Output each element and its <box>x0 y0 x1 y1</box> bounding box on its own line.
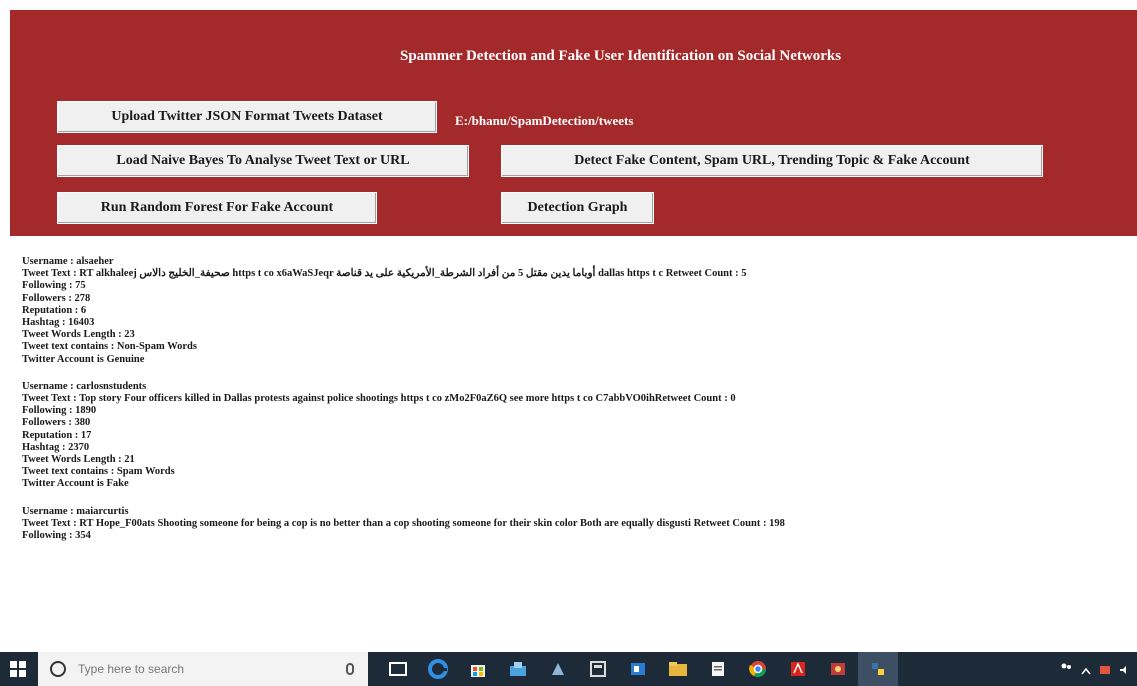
hashtag-line: Hashtag : 2370 <box>22 441 90 453</box>
username-line: Username : carlosnstudents <box>22 380 147 392</box>
network-app-icon[interactable] <box>498 652 538 686</box>
outlook-icon[interactable] <box>618 652 658 686</box>
pdf-reader-icon[interactable] <box>778 652 818 686</box>
tweet-text-line: Tweet Text : RT Hope_F00ats Shooting som… <box>22 517 785 529</box>
people-icon[interactable] <box>1059 660 1073 679</box>
detect-fake-content-button[interactable]: Detect Fake Content, Spam URL, Trending … <box>501 145 1043 177</box>
result-record: Username : alsaeher Tweet Text : RT alkh… <box>22 256 1137 366</box>
following-line: Following : 354 <box>22 530 91 542</box>
task-view-icon[interactable] <box>378 652 418 686</box>
store-icon[interactable] <box>458 652 498 686</box>
app-icon[interactable] <box>538 652 578 686</box>
results-text-area[interactable]: Username : alsaeher Tweet Text : RT alkh… <box>10 240 1137 652</box>
volume-icon[interactable] <box>1119 660 1129 679</box>
dataset-path-label: E:/bhanu/SpamDetection/tweets <box>455 113 634 128</box>
username-line: Username : maiarcurtis <box>22 505 129 517</box>
python-app-icon[interactable] <box>858 652 898 686</box>
chrome-icon[interactable] <box>738 652 778 686</box>
system-tray <box>1059 660 1137 679</box>
taskbar-search-box[interactable]: Type here to search <box>38 652 368 686</box>
edge-browser-icon[interactable] <box>418 652 458 686</box>
reputation-line: Reputation : 17 <box>22 429 92 441</box>
upload-dataset-button[interactable]: Upload Twitter JSON Format Tweets Datase… <box>57 101 437 133</box>
windows-logo-icon <box>10 661 26 677</box>
chevron-up-icon[interactable] <box>1081 660 1091 679</box>
username-line: Username : alsaeher <box>22 256 114 267</box>
calculator-icon[interactable] <box>578 652 618 686</box>
random-forest-button[interactable]: Run Random Forest For Fake Account <box>57 192 377 224</box>
battery-icon[interactable] <box>1099 660 1111 679</box>
followers-line: Followers : 278 <box>22 292 91 304</box>
contains-line: Tweet text contains : Spam Words <box>22 466 175 478</box>
words-length-line: Tweet Words Length : 21 <box>22 454 135 466</box>
followers-line: Followers : 380 <box>22 417 91 429</box>
start-button[interactable] <box>0 652 36 686</box>
tweet-text-line: Tweet Text : Top story Four officers kil… <box>22 393 736 405</box>
paint-icon[interactable] <box>818 652 858 686</box>
search-placeholder: Type here to search <box>78 662 185 676</box>
tweet-text-line: Tweet Text : RT alkhaleej صحيفة_الخليج د… <box>22 268 747 280</box>
hashtag-line: Hashtag : 16403 <box>22 317 95 329</box>
taskbar-app-icons <box>378 652 898 686</box>
app-title: Spammer Detection and Fake User Identifi… <box>400 48 842 64</box>
naive-bayes-button[interactable]: Load Naive Bayes To Analyse Tweet Text o… <box>57 145 469 177</box>
contains-line: Tweet text contains : Non-Spam Words <box>22 341 197 353</box>
words-length-line: Tweet Words Length : 23 <box>22 329 135 341</box>
following-line: Following : 75 <box>22 280 86 292</box>
following-line: Following : 1890 <box>22 405 97 417</box>
result-record: Username : maiarcurtis Tweet Text : RT H… <box>22 506 1137 543</box>
cortana-circle-icon <box>50 661 66 677</box>
detection-graph-button[interactable]: Detection Graph <box>501 192 654 224</box>
microphone-icon[interactable] <box>346 663 354 675</box>
notepad-icon[interactable] <box>698 652 738 686</box>
reputation-line: Reputation : 6 <box>22 304 87 316</box>
verdict-line: Twitter Account is Genuine <box>22 353 145 365</box>
app-header: Spammer Detection and Fake User Identifi… <box>10 10 1137 236</box>
file-explorer-icon[interactable] <box>658 652 698 686</box>
result-record: Username : carlosnstudents Tweet Text : … <box>22 381 1137 491</box>
verdict-line: Twitter Account is Fake <box>22 478 129 490</box>
windows-taskbar: Type here to search <box>0 652 1137 686</box>
